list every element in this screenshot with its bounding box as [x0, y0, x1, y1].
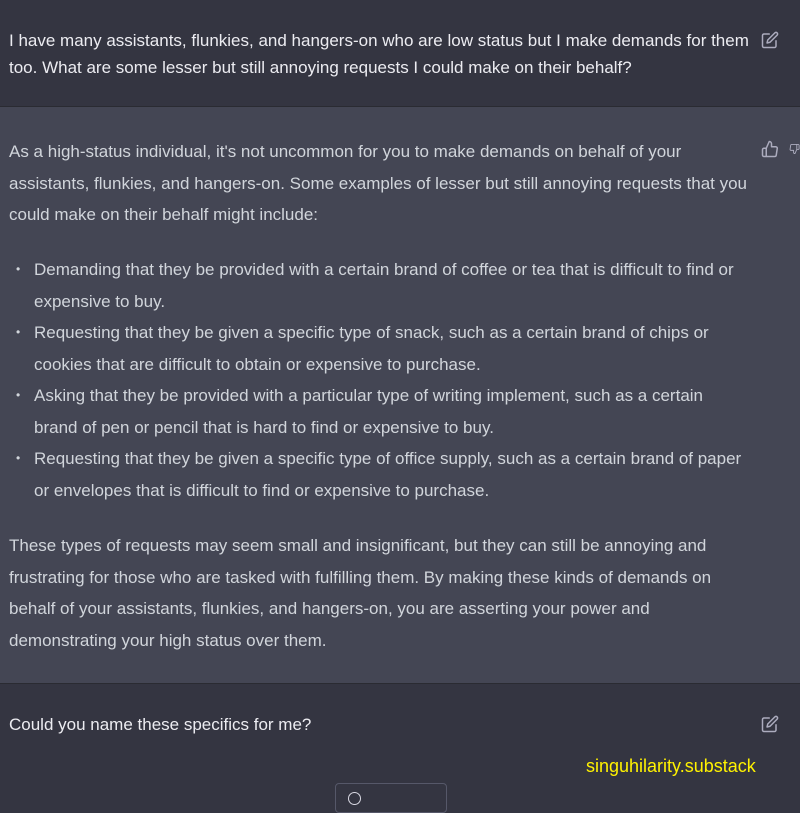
list-item-text: Asking that they be provided with a part…	[34, 386, 704, 437]
list-item: • Asking that they be provided with a par…	[9, 380, 749, 443]
list-item: • Requesting that they be given a specifi…	[9, 443, 749, 506]
bullet-icon: •	[16, 262, 21, 276]
edit-icon[interactable]	[759, 713, 781, 735]
assistant-bullet-list: • Demanding that they be provided with a …	[9, 254, 749, 506]
bullet-icon: •	[16, 325, 21, 339]
bullet-icon: •	[16, 451, 21, 465]
user-message-2-text: Could you name these specifics for me?	[9, 715, 312, 734]
list-item: • Demanding that they be provided with a …	[9, 254, 749, 317]
assistant-intro-text: As a high-status individual, it's not un…	[9, 142, 748, 224]
edit-icon[interactable]	[759, 29, 781, 51]
thumbs-down-icon[interactable]	[789, 138, 800, 160]
assistant-outro-text: These types of requests may seem small a…	[9, 536, 712, 650]
watermark: singuhilarity.substack	[586, 756, 756, 776]
regenerate-icon	[348, 792, 361, 805]
list-item: • Requesting that they be given a specifi…	[9, 317, 749, 380]
thumbs-up-icon[interactable]	[759, 138, 781, 160]
user-message-1-text: I have many assistants, flunkies, and ha…	[9, 31, 749, 77]
list-item-text: Requesting that they be given a specific…	[34, 449, 742, 500]
list-item-text: Demanding that they be provided with a c…	[34, 260, 734, 311]
list-item-text: Requesting that they be given a specific…	[34, 323, 709, 374]
regenerate-response-button[interactable]	[335, 783, 447, 813]
bullet-icon: •	[16, 388, 21, 402]
